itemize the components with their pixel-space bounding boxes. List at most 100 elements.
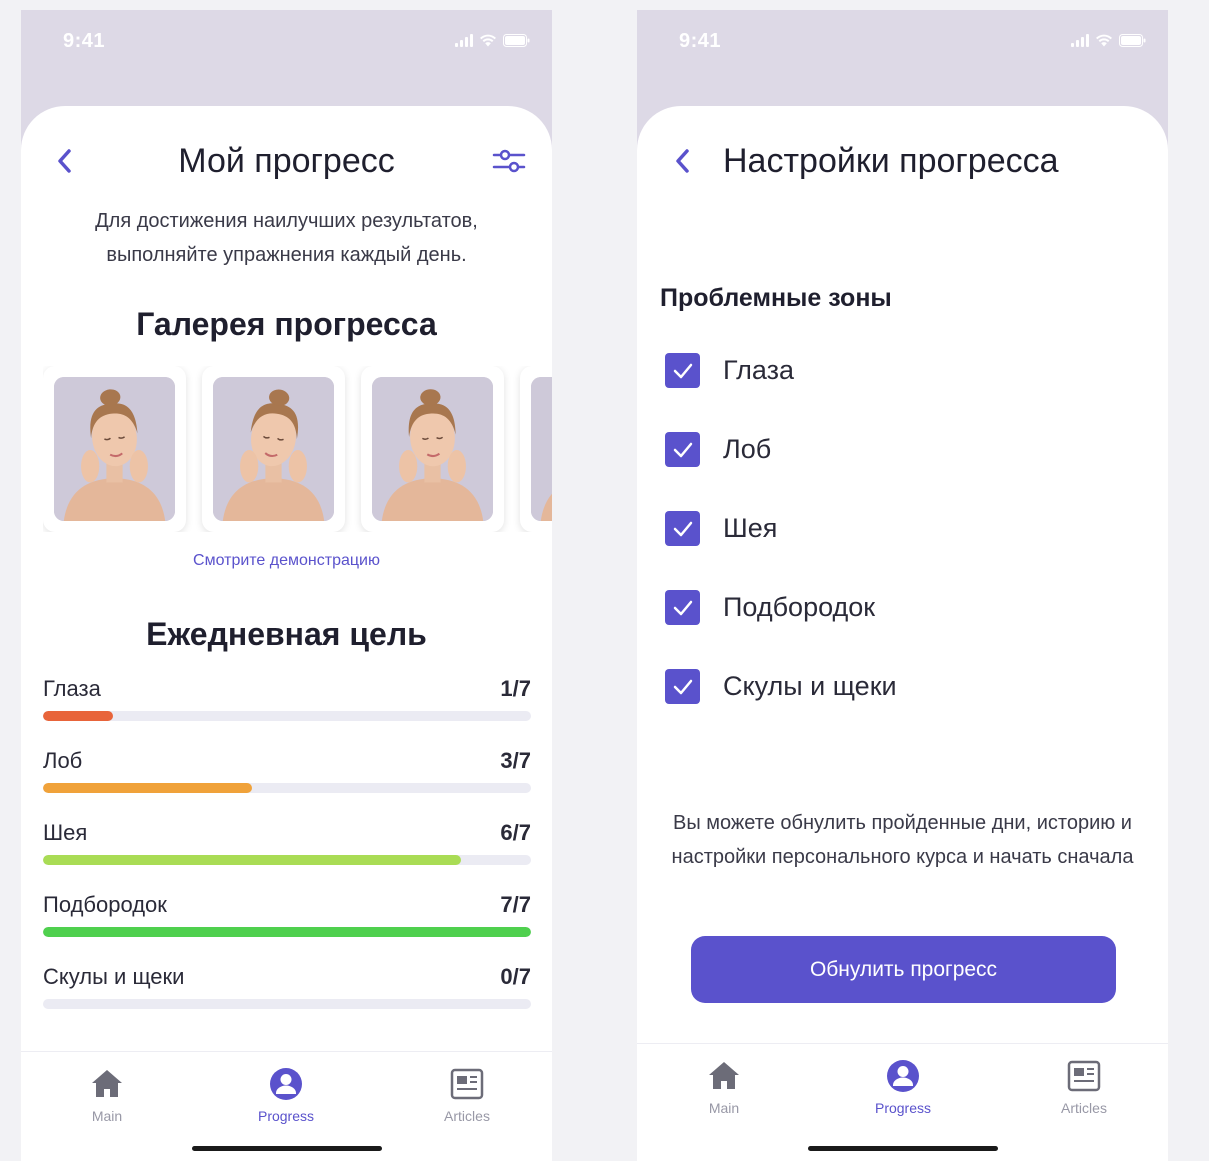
tab-label: Main (708, 1100, 740, 1116)
checkbox-checked-icon[interactable] (665, 432, 700, 467)
goal-item: Подбородок 7/7 (43, 892, 531, 964)
back-chevron-icon[interactable] (671, 146, 695, 176)
intro-text: Для достижения наилучших результатов, вы… (95, 210, 478, 266)
tab-progress[interactable]: Progress (226, 1066, 346, 1124)
goal-progress-track (43, 927, 531, 937)
progress-screen: 9:41 Мой прогресс Для достижения наилучш… (21, 10, 552, 1161)
home-indicator (191, 1146, 382, 1151)
status-time: 9:41 (679, 30, 722, 52)
status-icons (455, 34, 530, 47)
face-photo-1 (54, 377, 175, 521)
goal-progress-fill (43, 783, 253, 793)
checkbox-checked-icon[interactable] (665, 590, 700, 625)
goal-item: Глаза 1/7 (43, 676, 531, 748)
checkbox-checked-icon[interactable] (665, 669, 700, 704)
battery-icon (503, 34, 530, 47)
goal-item: Лоб 3/7 (43, 748, 531, 820)
zone-label: Скулы и щеки (723, 671, 897, 701)
status-bar: 9:41 (21, 10, 552, 80)
zone-label: Глаза (723, 355, 794, 385)
zone-checkbox-item[interactable]: Глаза (665, 353, 1148, 432)
checkbox-checked-icon[interactable] (665, 353, 700, 388)
goal-label: Скулы и щеки (43, 964, 185, 989)
home-indicator (807, 1146, 998, 1151)
reset-progress-button[interactable]: Обнулить прогресс (691, 936, 1116, 1003)
zone-list: Глаза Лоб Шея Подбородок Скулы и щеки (665, 353, 1148, 748)
tab-label: Articles (1061, 1100, 1107, 1116)
tab-bar: Main Progress Articles (21, 1051, 552, 1161)
page-title: Настройки прогресса (723, 142, 1059, 180)
gallery-photo-card[interactable] (202, 366, 345, 532)
goal-progress-track (43, 999, 531, 1009)
zone-checkbox-item[interactable]: Скулы и щеки (665, 669, 1148, 748)
reset-description: Вы можете обнулить пройденные дни, истор… (671, 812, 1134, 868)
battery-icon (1119, 34, 1146, 47)
daily-goal-title: Ежедневная цель (146, 616, 427, 652)
problem-zones-title: Проблемные зоны (660, 284, 892, 312)
goal-progress-fill (43, 855, 462, 865)
tab-progress[interactable]: Progress (843, 1058, 963, 1116)
content-sheet: Настройки прогресса Проблемные зоны Глаз… (637, 106, 1168, 1161)
zone-label: Лоб (723, 434, 772, 464)
header: Настройки прогресса (637, 142, 1168, 182)
tab-main[interactable]: Main (664, 1058, 784, 1116)
home-icon (92, 1070, 122, 1097)
goal-progress-track (43, 783, 531, 793)
goal-progress-track (43, 711, 531, 721)
home-icon (709, 1062, 739, 1089)
goal-progress-track (43, 855, 531, 865)
goal-label: Шея (43, 820, 88, 845)
gallery-title: Галерея прогресса (136, 306, 437, 342)
goal-label: Лоб (43, 748, 83, 773)
settings-screen: 9:41 Настройки прогресса Проблемные зоны… (637, 10, 1168, 1161)
sliders-icon[interactable] (492, 146, 526, 176)
content-sheet: Мой прогресс Для достижения наилучших ре… (21, 106, 552, 1161)
goal-value: 7/7 (500, 892, 531, 917)
gallery-photo-card[interactable] (361, 366, 504, 532)
user-icon (270, 1068, 302, 1100)
zone-checkbox-item[interactable]: Шея (665, 511, 1148, 590)
goal-progress-fill (43, 927, 531, 937)
articles-icon (450, 1068, 484, 1100)
goal-item: Шея 6/7 (43, 820, 531, 892)
face-photo-4 (531, 377, 552, 521)
gallery-photo-card[interactable] (43, 366, 186, 532)
face-photo-3 (372, 377, 493, 521)
status-icons (1071, 34, 1146, 47)
page-title: Мой прогресс (178, 142, 395, 180)
user-icon (887, 1060, 919, 1092)
goal-value: 3/7 (500, 748, 531, 773)
wifi-icon (1095, 34, 1113, 47)
tab-label: Main (91, 1108, 123, 1124)
header: Мой прогресс (21, 142, 552, 182)
zone-label: Подбородок (723, 592, 876, 622)
goal-label: Глаза (43, 676, 101, 701)
checkbox-checked-icon[interactable] (665, 511, 700, 546)
goal-item: Скулы и щеки 0/7 (43, 964, 531, 1036)
articles-icon (1067, 1060, 1101, 1092)
status-time: 9:41 (63, 30, 106, 52)
tab-articles[interactable]: Articles (1024, 1058, 1144, 1116)
zone-checkbox-item[interactable]: Лоб (665, 432, 1148, 511)
tab-label: Progress (874, 1100, 932, 1116)
wifi-icon (479, 34, 497, 47)
goal-list: Глаза 1/7 Лоб 3/7 Шея 6/7 Подбородок 7/7 Скулы и… (43, 676, 531, 1036)
tab-main[interactable]: Main (47, 1066, 167, 1124)
tab-label: Progress (257, 1108, 315, 1124)
face-photo-2 (213, 377, 334, 521)
goal-progress-fill (43, 711, 113, 721)
goal-value: 6/7 (500, 820, 531, 845)
zone-label: Шея (723, 513, 778, 543)
signal-icon (455, 34, 473, 47)
status-bar: 9:41 (637, 10, 1168, 80)
tab-articles[interactable]: Articles (407, 1066, 527, 1124)
demo-link[interactable]: Смотрите демонстрацию (21, 552, 552, 570)
signal-icon (1071, 34, 1089, 47)
goal-value: 0/7 (500, 964, 531, 989)
progress-gallery[interactable] (43, 366, 552, 532)
tab-bar: Main Progress Articles (637, 1043, 1168, 1161)
goal-value: 1/7 (500, 676, 531, 701)
gallery-photo-card[interactable] (520, 366, 552, 532)
zone-checkbox-item[interactable]: Подбородок (665, 590, 1148, 669)
tab-label: Articles (444, 1108, 490, 1124)
